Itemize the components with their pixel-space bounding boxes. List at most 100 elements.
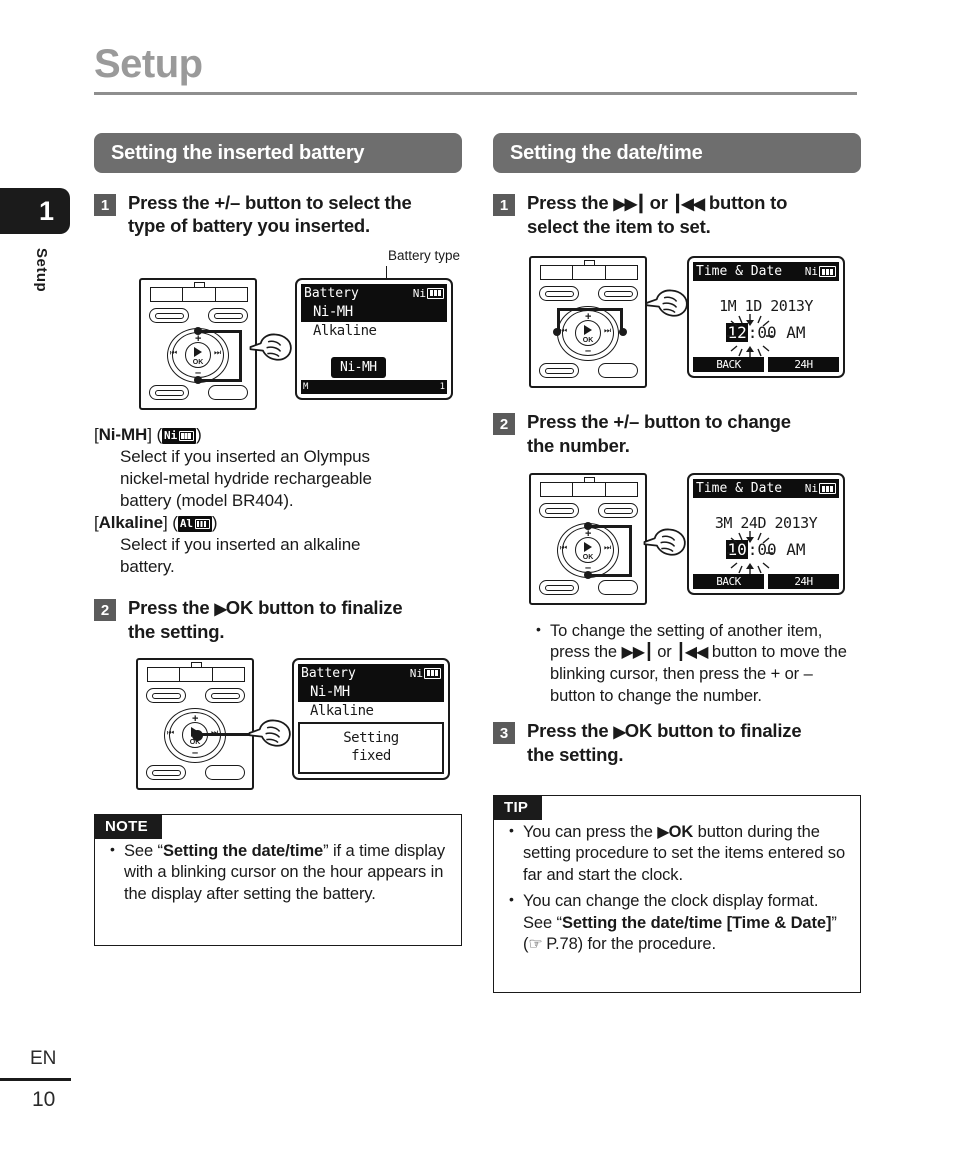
device-button-bottom-right [208, 384, 248, 400]
lcd-softkey-back: BACK [693, 574, 764, 590]
step-1-battery: 1 Press the +/– button to select the typ… [94, 191, 462, 238]
play-triangle-icon: ▶ [613, 724, 625, 742]
lcd-softkey-format: 24H [768, 357, 839, 373]
lcd-confirmation-panel: Setting fixed [298, 721, 444, 774]
step-number: 2 [94, 599, 116, 622]
section-header-datetime-label: Setting the date/time [510, 141, 703, 164]
left-column: Setting the inserted battery 1 Press the… [94, 133, 462, 946]
lcd-softkey-back: BACK [693, 357, 764, 373]
step-text-after: button to [708, 192, 788, 213]
footer-page-number: 10 [32, 1088, 56, 1111]
tip-tag: TIP [494, 795, 543, 820]
highlight-dot-plus [584, 522, 592, 531]
ok-label: OK [225, 597, 254, 619]
lcd-title-bar: Time & Date Ni [693, 479, 839, 499]
pointing-finger-ref-icon: ☞ [528, 936, 542, 954]
lcd-time-value: 10:00 AM [693, 531, 839, 576]
highlight-dot-plus [194, 326, 202, 335]
bullet-text-or: or [657, 643, 672, 662]
figure-row-step1: + – ⏮ ⏭ OK Battery Ni Ni-MH Alkaline Ni-… [94, 277, 462, 410]
option-ni-mh-heading: [Ni-MH] (Ni) [94, 424, 202, 444]
lcd-softkey-bar: BACK 24H [693, 574, 839, 590]
fast-forward-icon: ▶▶┃ [613, 196, 645, 213]
lcd-title-text: Battery [301, 665, 356, 681]
step-1-datetime: 1 Press the ▶▶┃ or ┃◀◀ button to select … [493, 191, 861, 238]
device-button-top-left [539, 503, 579, 519]
step-number: 1 [493, 194, 515, 216]
step-line-2: select the item to set. [527, 216, 711, 238]
step-line-2: the setting. [128, 621, 225, 643]
callout-battery-type: Battery type [94, 248, 462, 284]
lcd-title-text: Battery [304, 285, 359, 301]
highlight-dot-minus [584, 571, 592, 580]
step-number: 1 [94, 194, 116, 216]
highlight-line-right [239, 329, 242, 382]
tip-bullet-item-2: You can change the clock display format.… [506, 890, 846, 956]
step-instruction: Press the ▶▶┃ or ┃◀◀ button to select th… [527, 191, 787, 238]
option-ni-mh-desc-2: nickel-metal hydride rechargeable [120, 468, 372, 488]
lcd-popup-value: Ni-MH [331, 356, 386, 378]
device-illustration-plusminus: + – ⏮ ⏭ OK [139, 277, 257, 410]
lcd-status-right: 1 [439, 381, 445, 392]
lcd-hour-highlight: 10 [726, 540, 748, 560]
lcd-hour-highlight: 12 [726, 323, 748, 343]
title-divider [94, 92, 857, 95]
section-header-battery-label: Setting the inserted battery [111, 141, 365, 164]
device-top-buttons [147, 666, 245, 682]
battery-level-icon [424, 667, 441, 679]
battery-type-text: Ni [412, 286, 426, 300]
step-text-after: button to finalize [652, 720, 802, 742]
device-button-bottom-left [146, 764, 186, 780]
device-button-top-right [208, 307, 248, 323]
lcd-softkey-format: 24H [768, 574, 839, 590]
step-line-1: Press the ▶OK button to finalize [128, 596, 403, 620]
lcd-title-text: Time & Date [696, 481, 783, 497]
lcd-date-value: 1M 1D 2013Y [719, 297, 813, 316]
battery-type-text: Ni [409, 666, 423, 680]
device-button-bottom-right [598, 580, 638, 596]
battery-indicator: Ni [413, 287, 444, 300]
tip2-bold-1: Setting the date/time [561, 913, 723, 932]
footer-divider [0, 1078, 71, 1081]
battery-level-icon [427, 287, 444, 299]
highlight-line-bottom [198, 378, 242, 382]
step-number: 2 [493, 413, 515, 436]
lcd-time-rest: :00 AM [747, 323, 806, 343]
battery-type-text: Ni [804, 265, 818, 279]
rewind-icon: ┃◀◀ [676, 644, 708, 662]
pointing-hand-icon [645, 290, 688, 318]
battery-level-icon [819, 266, 836, 278]
highlight-line-top [588, 525, 632, 529]
play-triangle-icon: ▶ [657, 823, 669, 841]
device-button-bottom-left [539, 363, 579, 379]
page-title: Setup [94, 42, 203, 86]
battery-level-icon [819, 483, 836, 495]
tip1-text-a: You can press the [523, 822, 653, 841]
battery-indicator: Ni [410, 667, 441, 680]
note-box: NOTE See “Setting the date/time” if a ti… [94, 813, 462, 946]
figure-row-datetime-step2: + – ⏮ ⏭ OK Time & Date Ni 3M 24D 2013Y 1… [493, 473, 861, 606]
device-top-buttons [540, 482, 638, 498]
lcd-row-other: Alkaline [313, 322, 377, 339]
step-text-or: or [649, 192, 668, 213]
pointing-hand-icon [248, 719, 291, 747]
lcd-battery-select: Battery Ni Ni-MH Alkaline Ni-MH M 1 [295, 277, 453, 400]
step-text-after: button to finalize [253, 597, 403, 619]
note-text-bold: Setting the date/time [162, 841, 324, 860]
step-line-1: Press the ▶▶┃ or ┃◀◀ button to [527, 191, 787, 215]
lcd-row-selected: Ni-MH [301, 302, 447, 322]
lcd-status-bar: M 1 [301, 379, 447, 394]
device-illustration-leftright: + – ⏮ ⏭ OK [529, 256, 647, 389]
step-instruction: Press the +/– button to change the numbe… [527, 410, 791, 457]
battery-option-descriptions: [Ni-MH] (Ni) Select if you inserted an O… [94, 424, 462, 579]
battery-type-text: Ni [804, 482, 818, 496]
device-top-buttons [540, 265, 638, 281]
lcd-time-value: 12:00 AM [693, 314, 839, 359]
device-button-bottom-right [205, 764, 245, 780]
tip2-bold-2: [Time & Date] [726, 913, 832, 932]
alkaline-battery-icon: Al [177, 515, 212, 533]
battery-indicator: Ni [805, 482, 836, 495]
device-button-top-right [598, 286, 638, 302]
option-ni-mh-label: Ni-MH [98, 424, 148, 444]
lcd-title-text: Time & Date [696, 264, 783, 280]
